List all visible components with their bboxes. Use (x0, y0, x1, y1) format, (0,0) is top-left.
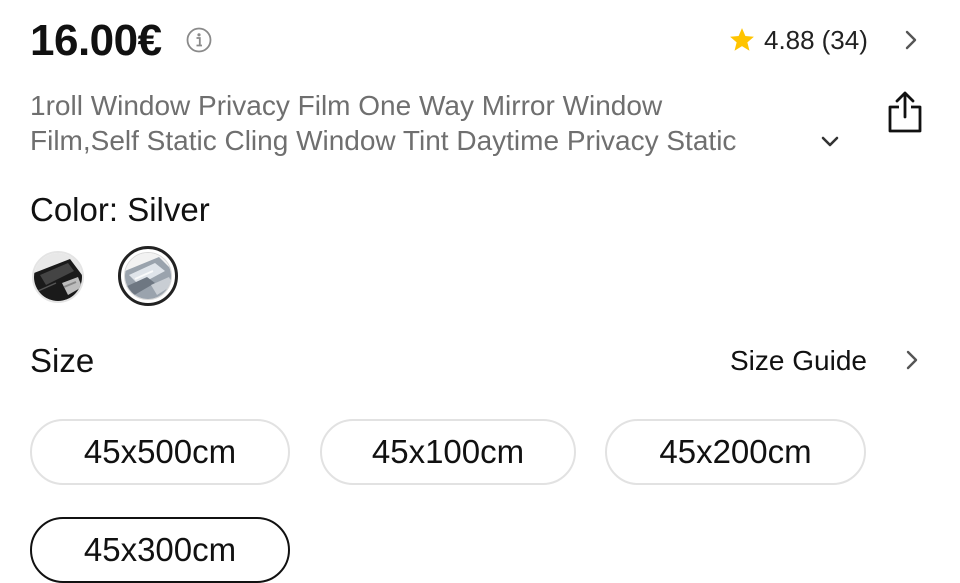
chevron-right-icon[interactable] (902, 28, 920, 52)
size-option-45x500cm[interactable]: 45x500cm (30, 419, 290, 485)
rating-summary[interactable]: 4.88 (34) (728, 22, 868, 58)
chevron-down-icon[interactable] (820, 134, 840, 150)
review-count: (34) (821, 24, 868, 55)
size-label: Size (30, 342, 95, 379)
product-title[interactable]: 1roll Window Privacy Film One Way Mirror… (30, 88, 850, 158)
size-guide-link[interactable]: Size Guide (730, 343, 867, 379)
size-option-45x200cm[interactable]: 45x200cm (605, 419, 866, 485)
product-title-line-1: 1roll Window Privacy Film One Way Mirror… (30, 90, 663, 121)
star-icon (730, 28, 754, 51)
silver-film-roll-image (125, 253, 171, 299)
product-title-line-2: Film,Self Static Cling Window Tint Dayti… (30, 125, 737, 156)
color-swatch-silver[interactable] (118, 246, 178, 306)
color-label: Color: Silver (30, 191, 210, 228)
black-film-roll-image (34, 253, 82, 301)
share-icon[interactable] (886, 90, 924, 134)
silver-swatch-inner (124, 252, 172, 300)
color-swatch-black[interactable] (32, 251, 84, 303)
product-price: 16.00€ (30, 16, 162, 65)
chevron-right-icon[interactable] (903, 348, 921, 372)
size-option-45x100cm[interactable]: 45x100cm (320, 419, 576, 485)
size-option-45x300cm[interactable]: 45x300cm (30, 517, 290, 583)
info-icon[interactable] (186, 27, 212, 53)
rating-score: 4.88 (764, 24, 815, 55)
